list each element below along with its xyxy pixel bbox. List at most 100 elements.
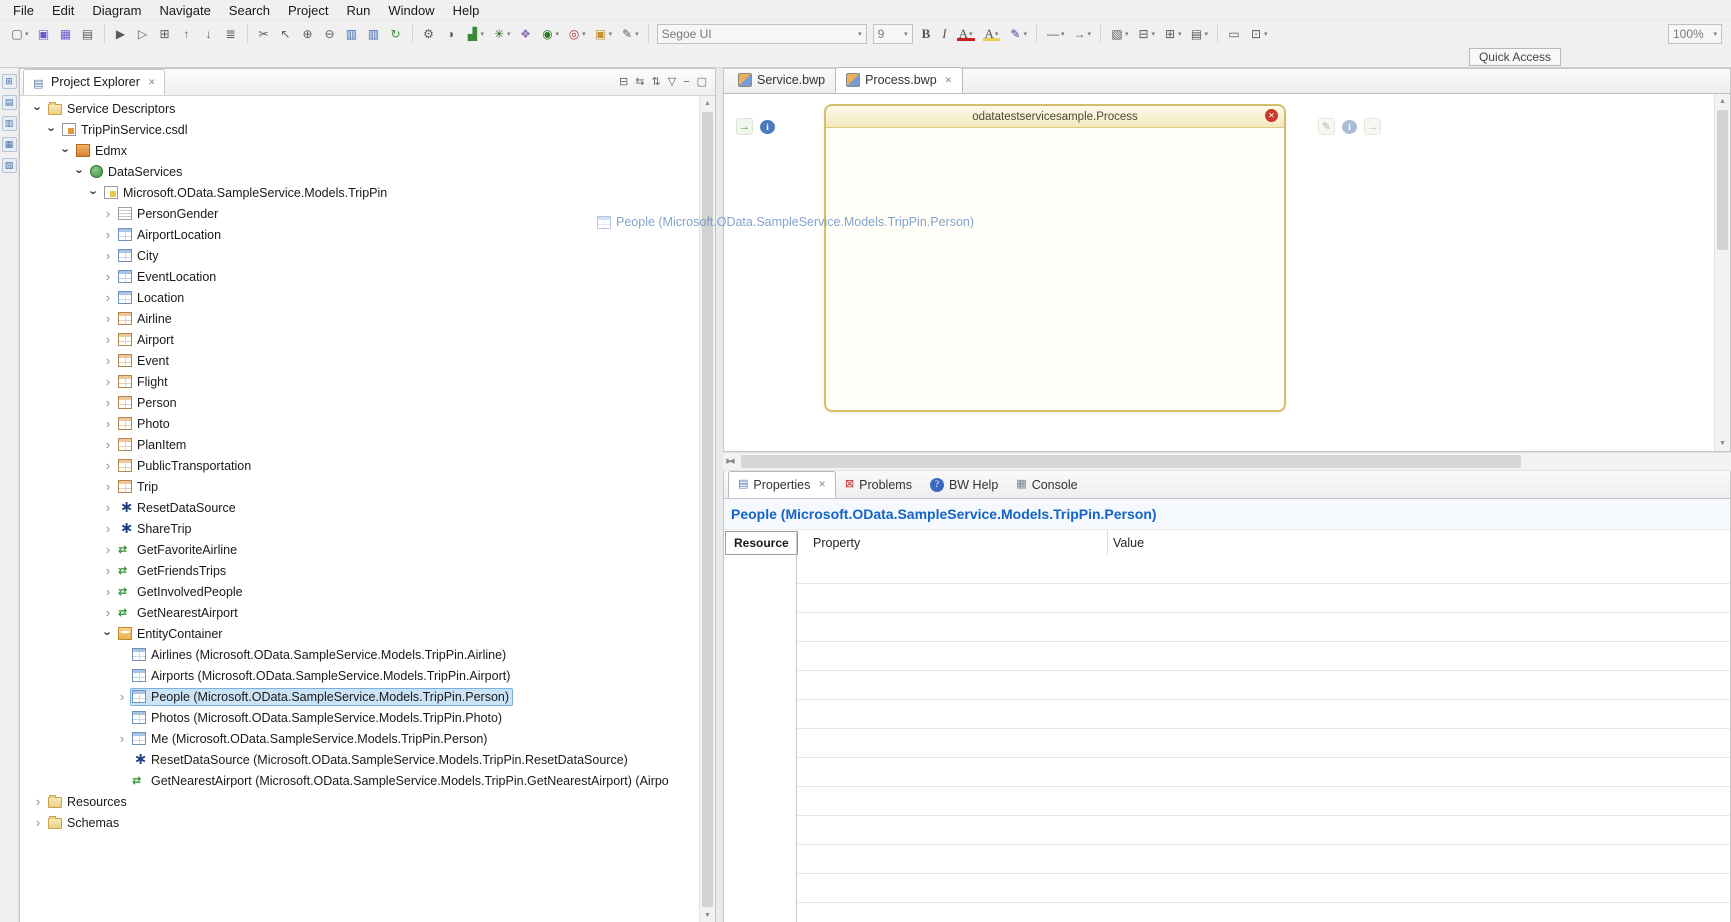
run-config-icon[interactable]: ◉▾ (538, 25, 563, 43)
palette-icon[interactable]: ❖ (516, 25, 536, 43)
tree-expander[interactable]: › (100, 395, 116, 410)
tree-expander[interactable]: › (100, 416, 116, 431)
menu-run[interactable]: Run (337, 1, 379, 20)
scroll-up-icon[interactable] (700, 96, 715, 111)
tree-item-resources[interactable]: ›Resources (20, 791, 700, 812)
tree-expander[interactable]: › (100, 353, 116, 368)
font-name-combo[interactable]: Segoe UI▾ (657, 24, 867, 44)
menu-diagram[interactable]: Diagram (83, 1, 150, 20)
cut-icon[interactable]: ✂ (254, 25, 274, 43)
tree-item-getfriendstrips[interactable]: ›GetFriendsTrips (20, 560, 700, 581)
column-header-value[interactable]: Value (1107, 536, 1144, 550)
zoom-out-icon[interactable]: ⊖ (320, 25, 340, 43)
tree-expander[interactable]: › (100, 269, 116, 284)
fill-color-button[interactable]: A▾ (980, 26, 1004, 42)
tree-item-edmx[interactable]: ›Edmx (20, 140, 700, 161)
tree-item-event[interactable]: ›Event (20, 350, 700, 371)
tree-item-persongender[interactable]: ›PersonGender (20, 203, 700, 224)
tree-expander[interactable]: › (100, 500, 116, 515)
tree-item-airlines-microsoft-odata-sampleservice-models-tr[interactable]: Airlines (Microsoft.OData.SampleService.… (20, 644, 700, 665)
link-with-editor-icon[interactable]: ⇆ (635, 75, 644, 89)
history-icon[interactable]: ◑ (441, 25, 461, 43)
process-box-body[interactable] (826, 127, 1284, 410)
tree-item-resetdatasource[interactable]: ›ResetDataSource (20, 497, 700, 518)
distribute-icon[interactable]: ⊞▾ (1160, 25, 1185, 43)
scroll-down-icon[interactable] (700, 908, 715, 922)
run-icon[interactable]: ▶ (111, 25, 131, 43)
column-header-property[interactable]: Property (797, 536, 1107, 550)
tree-item-sharetrip[interactable]: ›ShareTrip (20, 518, 700, 539)
info-icon[interactable]: i (1342, 120, 1357, 134)
tree-expander[interactable]: › (100, 311, 116, 326)
tree-item-getinvolvedpeople[interactable]: ›GetInvolvedPeople (20, 581, 700, 602)
tree-item-city[interactable]: ›City (20, 245, 700, 266)
tree-item-flight[interactable]: ›Flight (20, 371, 700, 392)
menu-file[interactable]: File (4, 1, 43, 20)
canvas-vertical-scrollbar[interactable] (1714, 94, 1730, 451)
tree-expander[interactable]: › (30, 794, 46, 809)
settings-icon[interactable]: ⚙ (419, 25, 439, 43)
tree-item-eventlocation[interactable]: ›EventLocation (20, 266, 700, 287)
tree-item-airport[interactable]: ›Airport (20, 329, 700, 350)
tree-expander[interactable]: › (31, 101, 46, 117)
tree-item-location[interactable]: ›Location (20, 287, 700, 308)
tree-item-photos-microsoft-odata-sampleservice-models-trip[interactable]: Photos (Microsoft.OData.SampleService.Mo… (20, 707, 700, 728)
tree-item-trip[interactable]: ›Trip (20, 476, 700, 497)
tree-expander[interactable]: › (100, 290, 116, 305)
tree-item-getnearestairport-microsoft-odata-sampleservice-[interactable]: GetNearestAirport (Microsoft.OData.Sampl… (20, 770, 700, 791)
line-style-icon[interactable]: —▾ (1043, 25, 1068, 43)
tab-service-bwp[interactable]: Service.bwp (728, 67, 835, 93)
scroll-down-icon[interactable] (1715, 436, 1730, 451)
tree-item-me-microsoft-odata-sampleservice-models-trippin-[interactable]: ›Me (Microsoft.OData.SampleService.Model… (20, 728, 700, 749)
close-icon[interactable]: ✕ (818, 479, 826, 490)
font-size-combo[interactable]: 9▾ (873, 24, 913, 44)
tree-item-planitem[interactable]: ›PlanItem (20, 434, 700, 455)
guides-icon[interactable]: ≣ (221, 25, 241, 43)
menu-navigate[interactable]: Navigate (150, 1, 219, 20)
tree-expander[interactable]: › (100, 248, 116, 263)
tree-item-trippinservice-csdl[interactable]: ›TripPinService.csdl (20, 119, 700, 140)
tree-scrollbar[interactable] (699, 96, 715, 922)
restore-views-icon[interactable]: ⊞ (2, 74, 17, 89)
zoom-in-icon[interactable]: ⊕ (298, 25, 318, 43)
tree-expander[interactable]: › (100, 206, 116, 221)
move-down-icon[interactable]: ↓ (199, 25, 219, 43)
tree-item-resetdatasource-microsoft-odata-sampleservice-mo[interactable]: ResetDataSource (Microsoft.OData.SampleS… (20, 749, 700, 770)
tab-properties[interactable]: ▤Properties✕ (728, 471, 836, 498)
scroll-thumb[interactable] (741, 455, 1521, 468)
tree-expander[interactable]: › (87, 185, 102, 201)
view-menu-icon[interactable]: ▽ (668, 75, 676, 89)
tree-expander[interactable]: › (100, 584, 116, 599)
tree-item-schemas[interactable]: ›Schemas (20, 812, 700, 833)
tree-expander[interactable]: › (100, 437, 116, 452)
menu-project[interactable]: Project (279, 1, 337, 20)
tree-item-getfavoriteairline[interactable]: ›GetFavoriteAirline (20, 539, 700, 560)
bold-button[interactable]: B (917, 26, 936, 42)
tree-expander[interactable]: › (100, 458, 116, 473)
save-icon[interactable]: ▣ (34, 25, 54, 43)
tree-expander[interactable]: › (100, 479, 116, 494)
close-icon[interactable]: ✕ (148, 77, 156, 88)
tree-item-microsoft-odata-sampleservice-models-trippin[interactable]: ›Microsoft.OData.SampleService.Models.Tr… (20, 182, 700, 203)
tree-item-getnearestairport[interactable]: ›GetNearestAirport (20, 602, 700, 623)
palette-view-icon[interactable]: ▤ (2, 95, 17, 110)
tree-item-airportlocation[interactable]: ›AirportLocation (20, 224, 700, 245)
tree-item-airline[interactable]: ›Airline (20, 308, 700, 329)
tree-expander[interactable]: › (100, 227, 116, 242)
scroll-right-icon[interactable] (723, 453, 735, 470)
tree-expander[interactable]: › (100, 542, 116, 557)
tab-process-bwp[interactable]: Process.bwp✕ (835, 67, 963, 93)
open-resource-icon[interactable]: ▣▾ (591, 25, 616, 43)
outline-view-icon[interactable]: ▥ (2, 116, 17, 131)
tab-project-explorer[interactable]: Project Explorer ✕ (23, 69, 165, 95)
menu-search[interactable]: Search (220, 1, 279, 20)
tree-expander[interactable]: › (100, 374, 116, 389)
close-process-icon[interactable] (1265, 109, 1278, 122)
appearance-icon[interactable]: ▧▾ (1107, 25, 1132, 43)
tree-expander[interactable]: › (100, 605, 116, 620)
align-icon[interactable]: ⊟▾ (1134, 25, 1159, 43)
tab-problems[interactable]: ⊠Problems (836, 471, 921, 498)
annotation-icon[interactable]: ✎▾ (617, 25, 642, 43)
process-box-header[interactable]: odatatestservicesample.Process (826, 106, 1284, 128)
tree-expander[interactable]: › (73, 164, 88, 180)
